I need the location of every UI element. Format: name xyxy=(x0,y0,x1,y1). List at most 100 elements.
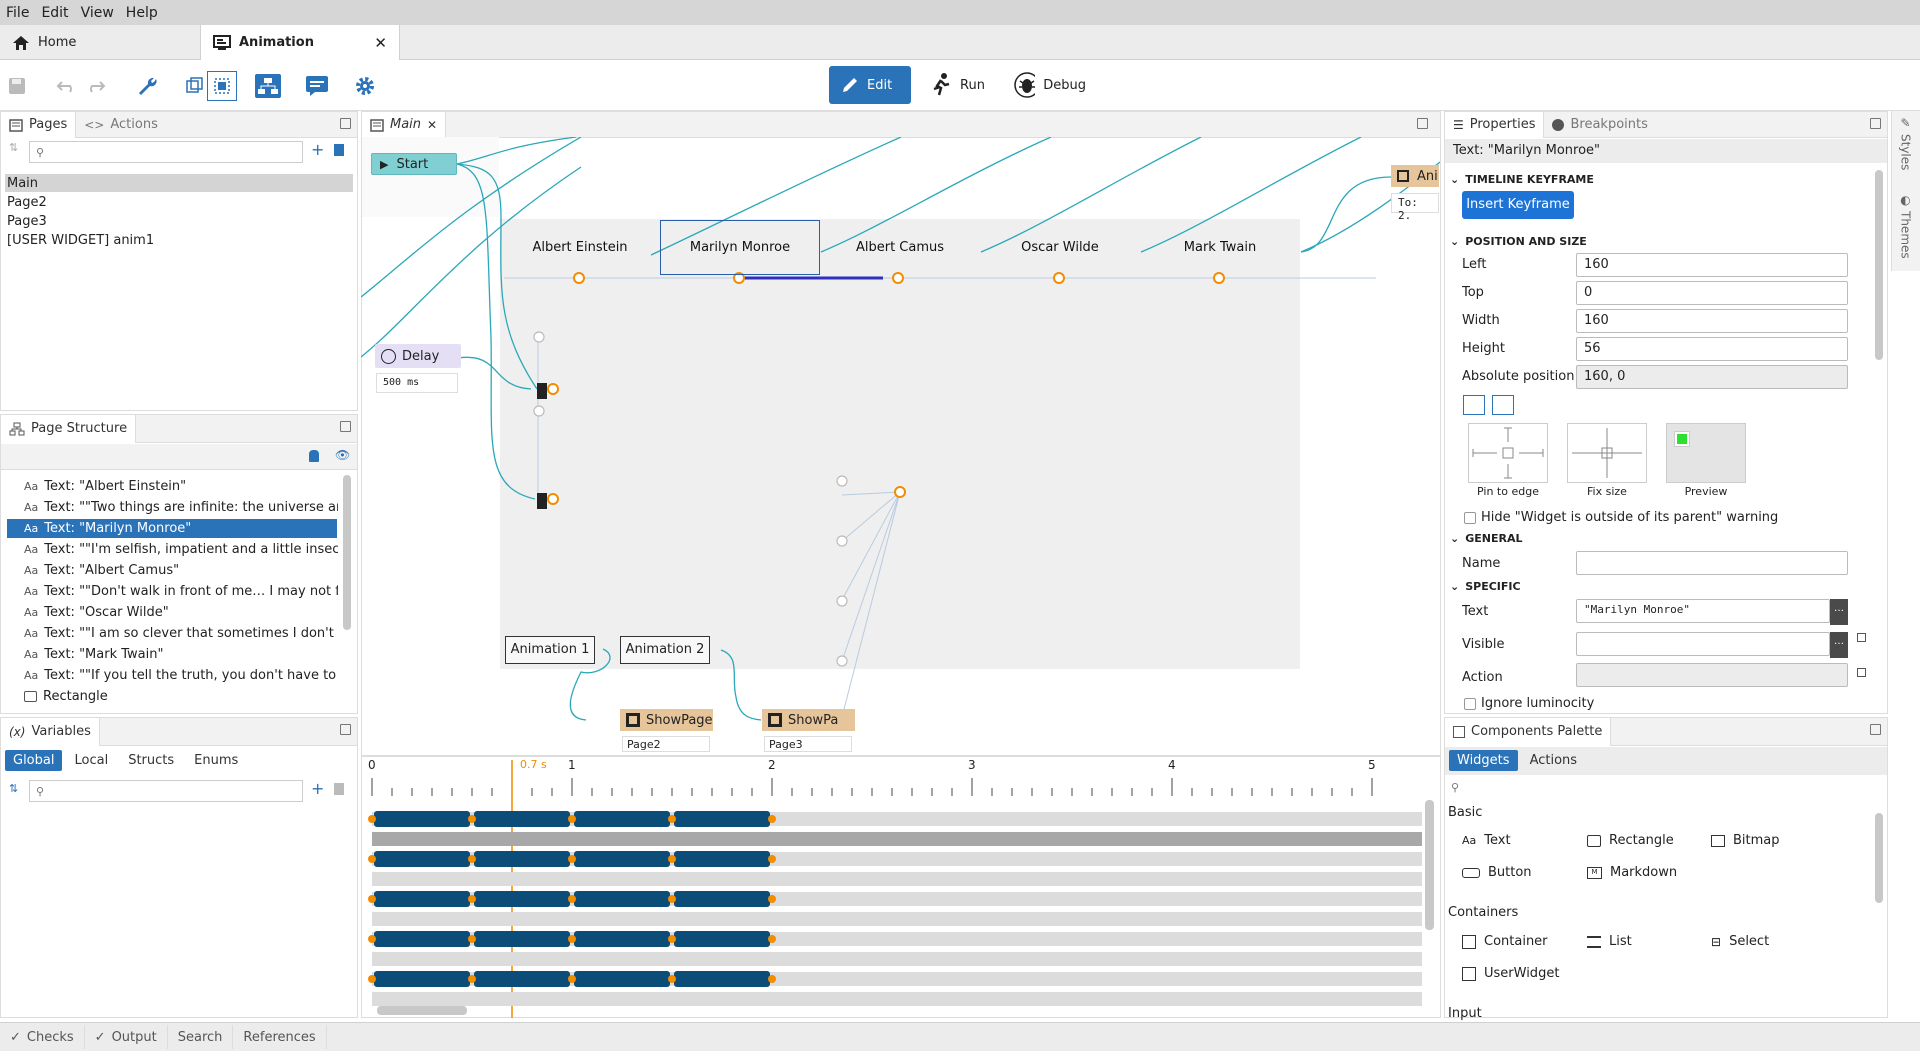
palette-markdown[interactable]: M Markdown xyxy=(1587,865,1677,880)
section-timeline-keyframe[interactable]: ⌄ TIMELINE KEYFRAME xyxy=(1450,173,1594,186)
add-variable-icon[interactable]: + xyxy=(311,779,324,798)
structure-item[interactable]: Aa Text: "Albert Camus" xyxy=(24,561,338,580)
delete-variable-icon[interactable] xyxy=(334,783,344,795)
name-input[interactable] xyxy=(1576,551,1848,575)
comment-icon[interactable] xyxy=(302,71,332,101)
structure-item[interactable]: Aa Text: ""If you tell the truth, you don… xyxy=(24,666,338,685)
structure-item[interactable]: Aa Text: "Mark Twain" xyxy=(24,645,338,664)
output-tab[interactable]: ✓ Output xyxy=(85,1025,168,1049)
palette-text[interactable]: Aa Text xyxy=(1462,833,1511,848)
animation-1-button[interactable]: Animation 1 xyxy=(505,636,595,664)
width-input[interactable]: 160 xyxy=(1576,309,1848,333)
insert-keyframe-button[interactable]: Insert Keyframe xyxy=(1462,191,1574,219)
maximize-icon[interactable] xyxy=(1870,118,1881,129)
tab-main[interactable]: Main ✕ xyxy=(362,112,447,138)
section-position-size[interactable]: ⌄ POSITION AND SIZE xyxy=(1450,235,1587,248)
pages-search-input[interactable]: ⚲ xyxy=(29,141,303,163)
wrench-icon[interactable] xyxy=(131,71,161,101)
showpage-node-1[interactable]: ShowPage xyxy=(620,709,713,731)
page-item-main[interactable]: Main xyxy=(7,175,38,192)
debug-mode-button[interactable]: Debug xyxy=(1002,66,1098,104)
maximize-icon[interactable] xyxy=(340,118,351,129)
tab-local[interactable]: Local xyxy=(66,750,116,771)
tab-pages[interactable]: Pages xyxy=(1,111,77,138)
tab-page-structure[interactable]: Page Structure xyxy=(1,414,137,443)
visibility-icon[interactable]: 👁 xyxy=(335,448,350,462)
tab-global[interactable]: Global xyxy=(5,750,63,771)
hierarchy-icon[interactable] xyxy=(253,71,283,101)
edit-mode-button[interactable]: Edit xyxy=(829,66,911,104)
save-icon[interactable] xyxy=(2,71,32,101)
visible-checkbox[interactable] xyxy=(1857,633,1866,642)
fix-size-control[interactable] xyxy=(1567,423,1647,483)
text-expression-button[interactable]: … xyxy=(1830,599,1848,625)
structure-item[interactable]: Aa Text: ""Don't walk in front of me… I m… xyxy=(24,582,338,601)
maximize-icon[interactable] xyxy=(340,724,351,735)
search-icon[interactable]: ⚲ xyxy=(1451,781,1459,794)
lock-icon[interactable] xyxy=(309,450,319,462)
page-item-page2[interactable]: Page2 xyxy=(7,194,47,211)
tab-widgets[interactable]: Widgets xyxy=(1449,750,1518,771)
visible-input[interactable] xyxy=(1576,632,1830,656)
close-icon[interactable]: ✕ xyxy=(427,118,437,132)
structure-item[interactable]: Aa Text: ""Two things are infinite: the u… xyxy=(24,498,338,517)
top-input[interactable]: 0 xyxy=(1576,281,1848,305)
showpage-node-2[interactable]: ShowPa xyxy=(762,709,855,731)
action-checkbox[interactable] xyxy=(1857,668,1866,677)
add-page-icon[interactable]: + xyxy=(311,140,324,159)
variables-search-input[interactable]: ⚲ xyxy=(29,780,303,802)
properties-scrollbar[interactable] xyxy=(1875,170,1883,360)
styles-side-tab[interactable]: ✎ Styles xyxy=(1891,116,1920,176)
text-albert-einstein[interactable]: Albert Einstein xyxy=(500,240,660,255)
align-horizontal-icon[interactable] xyxy=(1463,395,1485,415)
visible-expression-button[interactable]: … xyxy=(1830,632,1848,658)
undo-icon[interactable] xyxy=(52,71,82,101)
select-frame-icon[interactable] xyxy=(180,71,210,101)
structure-item[interactable]: Aa Text: "Albert Einstein" xyxy=(24,477,338,496)
section-specific[interactable]: ⌄ SPECIFIC xyxy=(1450,580,1521,593)
tab-components-palette[interactable]: Components Palette xyxy=(1445,717,1612,746)
structure-item[interactable]: Aa Text: ""I am so clever that sometimes … xyxy=(24,624,338,643)
timeline-vscroll[interactable] xyxy=(1425,800,1434,930)
search-tab[interactable]: Search xyxy=(168,1025,234,1049)
text-value-input[interactable]: "Marilyn Monroe" xyxy=(1576,599,1830,623)
structure-scrollbar[interactable] xyxy=(343,475,351,630)
text-oscar-wilde[interactable]: Oscar Wilde xyxy=(980,240,1140,255)
tab-properties[interactable]: ☰ Properties xyxy=(1445,111,1545,138)
palette-button[interactable]: Button xyxy=(1462,865,1532,880)
close-tab-icon[interactable]: ✕ xyxy=(374,34,387,52)
tab-palette-actions[interactable]: Actions xyxy=(1522,750,1586,771)
maximize-icon[interactable] xyxy=(1417,118,1428,129)
palette-list[interactable]: List xyxy=(1587,934,1632,949)
tab-animation[interactable]: Animation ✕ xyxy=(200,25,400,60)
page-item-page3[interactable]: Page3 xyxy=(7,213,47,230)
run-mode-button[interactable]: Run xyxy=(918,66,998,104)
delay-node[interactable]: Delay xyxy=(375,344,461,368)
references-tab[interactable]: References xyxy=(233,1025,327,1049)
tab-variables[interactable]: (x) Variables xyxy=(1,717,100,746)
menu-help[interactable]: Help xyxy=(120,5,164,21)
left-input[interactable]: 160 xyxy=(1576,253,1848,277)
text-albert-camus[interactable]: Albert Camus xyxy=(820,240,980,255)
text-marilyn-monroe[interactable]: Marilyn Monroe xyxy=(660,240,820,255)
structure-item[interactable]: Aa Text: ""I'm selfish, impatient and a l… xyxy=(24,540,338,559)
height-input[interactable]: 56 xyxy=(1576,337,1848,361)
menu-edit[interactable]: Edit xyxy=(35,5,74,21)
delete-page-icon[interactable] xyxy=(334,144,344,156)
palette-userwidget[interactable]: UserWidget xyxy=(1462,966,1559,981)
hide-warning-checkbox[interactable] xyxy=(1464,512,1476,524)
sort-icon[interactable]: ⇅ xyxy=(9,141,18,154)
menu-file[interactable]: File xyxy=(0,5,35,21)
section-general[interactable]: ⌄ GENERAL xyxy=(1450,532,1522,545)
tab-actions[interactable]: <> Actions xyxy=(76,112,166,138)
palette-bitmap[interactable]: Bitmap xyxy=(1711,833,1780,848)
align-vertical-icon[interactable] xyxy=(1492,395,1514,415)
structure-item[interactable]: Aa Text: "Oscar Wilde" xyxy=(24,603,338,622)
ignore-luminocity-checkbox[interactable] xyxy=(1464,698,1476,710)
page-item-anim1[interactable]: [USER WIDGET] anim1 xyxy=(7,232,154,249)
menu-view[interactable]: View xyxy=(75,5,120,21)
frame-icon[interactable] xyxy=(207,71,237,101)
redo-icon[interactable] xyxy=(80,71,110,101)
palette-container[interactable]: Container xyxy=(1462,934,1548,949)
tab-breakpoints[interactable]: Breakpoints xyxy=(1544,112,1655,138)
